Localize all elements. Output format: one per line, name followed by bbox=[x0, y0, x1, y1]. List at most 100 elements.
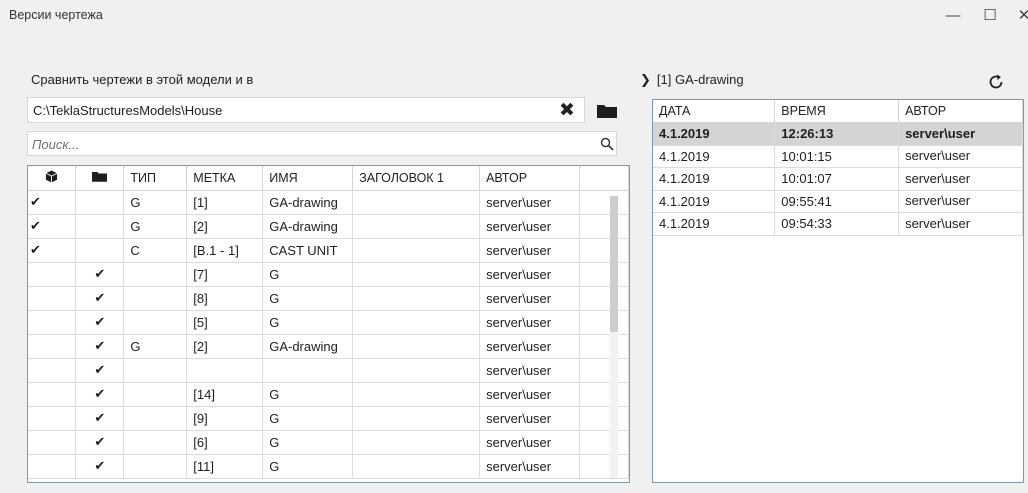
column-header-name[interactable]: ИМЯ bbox=[262, 166, 354, 191]
mark-cell: [7] bbox=[186, 262, 264, 287]
model-path-value[interactable]: C:\TeklaStructuresModels\House bbox=[33, 103, 222, 118]
in-folder-check-icon: ✔ bbox=[75, 334, 125, 359]
filler-cell bbox=[579, 406, 629, 431]
in-model-cell bbox=[28, 334, 77, 359]
column-header-filler bbox=[579, 166, 629, 191]
table-row[interactable]: ✔ server\user bbox=[28, 358, 629, 383]
filler-cell bbox=[579, 214, 629, 239]
name-cell: G bbox=[262, 286, 354, 311]
in-model-check-icon: ✔ bbox=[28, 190, 77, 215]
name-cell: G bbox=[262, 430, 354, 455]
expand-chevron-icon[interactable]: ❯ bbox=[640, 72, 651, 87]
version-row[interactable]: 4.1.2019 10:01:15 server\user bbox=[653, 145, 1023, 168]
name-cell: G bbox=[262, 382, 354, 407]
folder-icon bbox=[92, 171, 108, 182]
table-row[interactable]: ✔ [7] Gserver\user bbox=[28, 262, 629, 287]
refresh-icon[interactable] bbox=[987, 73, 1005, 91]
column-header-in-model[interactable] bbox=[28, 166, 77, 191]
time-cell: 10:01:15 bbox=[774, 145, 900, 168]
table-row[interactable]: ✔ [9] Gserver\user bbox=[28, 406, 629, 431]
model-path-field[interactable]: C:\TeklaStructuresModels\House ✖ bbox=[27, 97, 585, 123]
drawings-grid: ТИП МЕТКА ИМЯ ЗАГОЛОВОК 1 АВТОР ✔ G [1] GA-… bbox=[27, 165, 630, 483]
search-box[interactable] bbox=[27, 131, 617, 156]
in-folder-check-icon: ✔ bbox=[75, 358, 125, 383]
column-header-title1[interactable]: ЗАГОЛОВОК 1 bbox=[352, 166, 481, 191]
author-cell: server\user bbox=[479, 334, 581, 359]
type-cell: C bbox=[123, 238, 188, 263]
column-header-in-folder[interactable] bbox=[75, 166, 125, 191]
table-row[interactable]: ✔ [14] Gserver\user bbox=[28, 382, 629, 407]
in-folder-check-icon: ✔ bbox=[75, 310, 125, 335]
maximize-button[interactable]: ☐ bbox=[980, 6, 1000, 26]
filler-cell bbox=[579, 430, 629, 455]
minimize-button[interactable]: — bbox=[943, 6, 963, 26]
versions-header-row: ДАТА ВРЕМЯ АВТОР bbox=[653, 100, 1023, 123]
type-cell bbox=[123, 382, 188, 407]
column-header-author[interactable]: АВТОР bbox=[898, 100, 1023, 123]
author-cell: server\user bbox=[479, 286, 581, 311]
in-folder-check-icon: ✔ bbox=[75, 454, 125, 479]
mark-cell: [2] bbox=[186, 214, 264, 239]
search-icon[interactable] bbox=[600, 137, 614, 151]
search-input[interactable] bbox=[32, 135, 592, 153]
in-folder-check-icon: ✔ bbox=[75, 406, 125, 431]
author-cell: server\user bbox=[898, 190, 1023, 213]
column-header-type[interactable]: ТИП bbox=[123, 166, 188, 191]
author-cell: server\user bbox=[479, 190, 581, 215]
date-cell-text: 4.1.2019 bbox=[659, 171, 710, 187]
column-header-author[interactable]: АВТОР bbox=[479, 166, 581, 191]
in-folder-check-icon: ✔ bbox=[75, 430, 125, 455]
title1-cell bbox=[352, 334, 481, 359]
drawings-table: ТИП МЕТКА ИМЯ ЗАГОЛОВОК 1 АВТОР ✔ G [1] GA-… bbox=[28, 166, 629, 479]
mark-cell: [1] bbox=[186, 190, 264, 215]
table-row[interactable]: ✔ [11] Gserver\user bbox=[28, 454, 629, 479]
filler-cell bbox=[579, 382, 629, 407]
table-row[interactable]: ✔ [5] Gserver\user bbox=[28, 310, 629, 335]
table-row[interactable]: ✔ G [2] GA-drawing server\user bbox=[28, 334, 629, 359]
author-cell: server\user bbox=[479, 310, 581, 335]
author-cell: server\user bbox=[479, 406, 581, 431]
drawings-scrollbar[interactable] bbox=[610, 196, 618, 478]
table-row[interactable]: ✔ G [1] GA-drawing server\user bbox=[28, 190, 629, 215]
date-cell-text: 4.1.2019 bbox=[659, 216, 710, 232]
type-cell bbox=[123, 286, 188, 311]
close-button[interactable]: ✕ bbox=[1014, 6, 1028, 26]
in-model-check-icon: ✔ bbox=[28, 214, 77, 239]
clear-path-button[interactable]: ✖ bbox=[559, 99, 575, 122]
mark-cell: [5] bbox=[186, 310, 264, 335]
author-cell-text: server\user bbox=[905, 170, 971, 186]
versions-header[interactable]: ❯ [1] GA-drawing bbox=[640, 72, 744, 88]
compare-label: Сравнить чертежи в этой модели и в bbox=[31, 72, 254, 87]
version-row[interactable]: 4.1.2019 09:54:33 server\user bbox=[653, 212, 1023, 236]
scrollbar-thumb[interactable] bbox=[610, 196, 618, 332]
author-cell: server\user bbox=[479, 454, 581, 479]
version-row[interactable]: 4.1.2019 12:26:13 server\user bbox=[653, 122, 1023, 146]
column-header-time[interactable]: ВРЕМЯ bbox=[774, 100, 900, 123]
type-cell: G bbox=[123, 190, 188, 215]
author-color-swatch bbox=[973, 217, 996, 232]
title1-cell bbox=[352, 262, 481, 287]
table-row[interactable]: ✔ G [2] GA-drawing server\user bbox=[28, 214, 629, 239]
name-cell: G bbox=[262, 262, 354, 287]
mark-cell: [9] bbox=[186, 406, 264, 431]
filler-cell bbox=[579, 190, 629, 215]
time-cell: 09:55:41 bbox=[774, 190, 900, 213]
table-row[interactable]: ✔ C [B.1 - 1] CAST UNIT server\user bbox=[28, 238, 629, 263]
name-cell: G bbox=[262, 406, 354, 431]
column-header-date[interactable]: ДАТА bbox=[653, 100, 776, 123]
version-row[interactable]: 4.1.2019 10:01:07 server\user bbox=[653, 167, 1023, 191]
in-folder-cell bbox=[75, 190, 125, 215]
column-header-mark[interactable]: МЕТКА bbox=[186, 166, 264, 191]
author-cell: server\user bbox=[479, 238, 581, 263]
versions-grid: ДАТА ВРЕМЯ АВТОР 4.1.2019 12:26:13 server\… bbox=[652, 99, 1024, 483]
table-row[interactable]: ✔ [6] Gserver\user bbox=[28, 430, 629, 455]
version-row[interactable]: 4.1.2019 09:55:41 server\user bbox=[653, 190, 1023, 213]
title1-cell bbox=[352, 430, 481, 455]
name-cell bbox=[262, 358, 354, 383]
table-row[interactable]: ✔ [8] Gserver\user bbox=[28, 286, 629, 311]
filler-cell bbox=[579, 358, 629, 383]
title1-cell bbox=[352, 190, 481, 215]
folder-icon[interactable] bbox=[597, 104, 617, 118]
filler-cell bbox=[579, 334, 629, 359]
in-model-cell bbox=[28, 310, 77, 335]
